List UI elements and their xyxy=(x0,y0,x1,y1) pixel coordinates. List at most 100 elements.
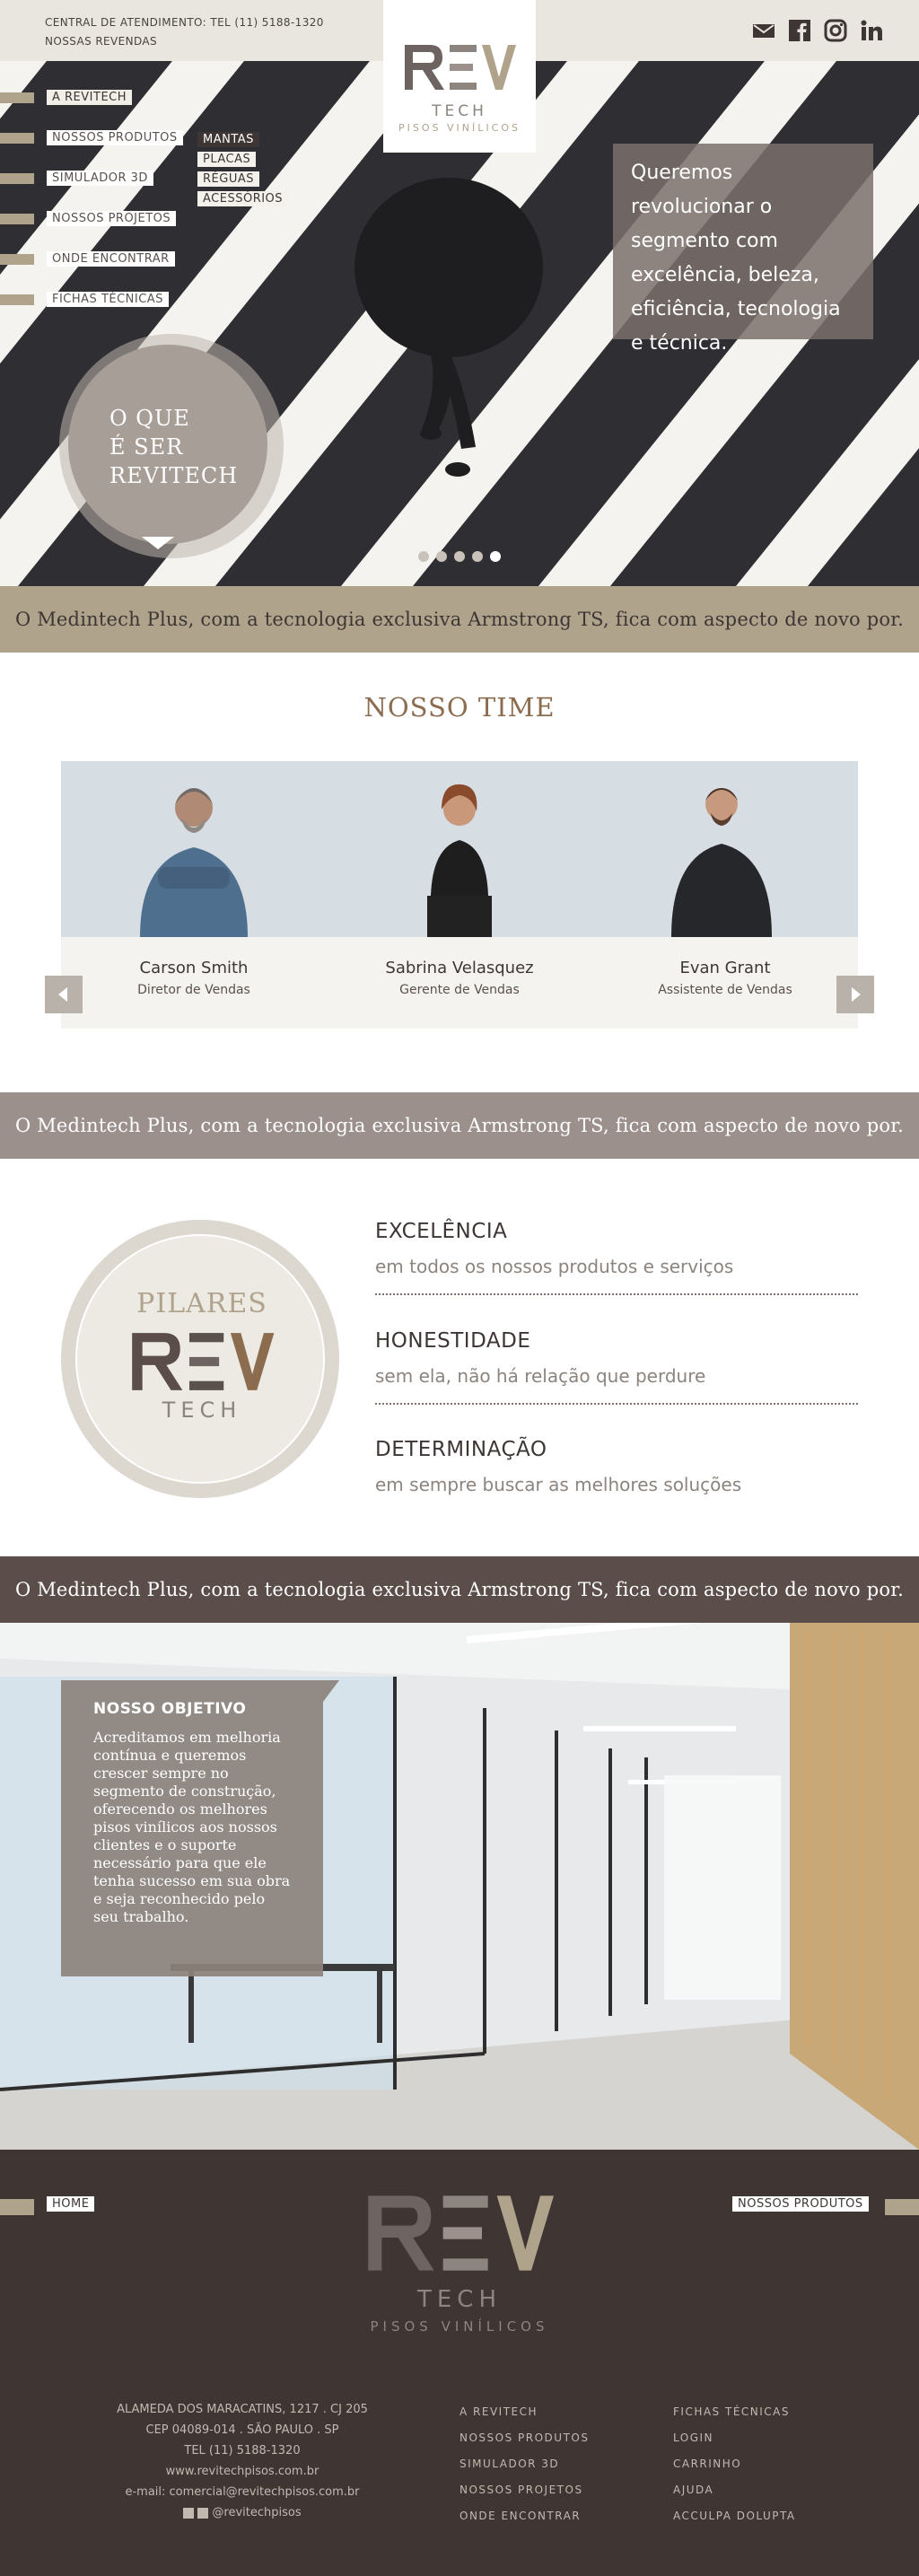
what-is-revitech-label: O QUE É SER REVITECH xyxy=(109,406,239,488)
footer-link[interactable]: SIMULADOR 3D xyxy=(460,2451,589,2477)
footer-link[interactable]: LOGIN xyxy=(673,2425,796,2451)
footer-social: @revitechpisos xyxy=(183,2502,302,2523)
next-button[interactable] xyxy=(836,976,874,1013)
team-photos xyxy=(61,761,858,937)
resellers-link[interactable]: NOSSAS REVENDAS xyxy=(45,32,324,51)
objective-text: Acreditamos em melhoria contínua e quere… xyxy=(93,1729,291,1925)
objective-title: NOSSO OBJETIVO xyxy=(93,1700,247,1718)
hero-message: Queremos revolucionar o segmento com exc… xyxy=(613,144,873,355)
pillar-item: HONESTIDADE sem ela, não há relação que … xyxy=(375,1329,858,1405)
submenu-item-mantas[interactable]: MANTAS xyxy=(197,132,259,147)
pillar-desc: em sempre buscar as melhores soluções xyxy=(375,1474,742,1495)
member-name: Sabrina Velasquez xyxy=(385,959,534,977)
hero-section: CENTRAL DE ATENDIMENTO: TEL (11) 5188-13… xyxy=(0,0,919,586)
chevron-left-icon xyxy=(58,987,67,1002)
instagram-icon[interactable] xyxy=(824,19,847,42)
menu-label[interactable]: NOSSOS PRODUTOS xyxy=(47,130,183,145)
member-role: Assistente de Vendas xyxy=(658,983,792,997)
menu-label[interactable]: A REVITECH xyxy=(47,90,133,105)
member-role: Gerente de Vendas xyxy=(399,983,520,997)
footer-link[interactable]: ONDE ENCONTRAR xyxy=(460,2503,589,2529)
slider-dot[interactable] xyxy=(454,551,465,562)
footer: HOME NOSSOS PRODUTOS TECH PISOS VINÍLICO… xyxy=(0,2150,919,2576)
contact-info: CENTRAL DE ATENDIMENTO: TEL (11) 5188-13… xyxy=(45,13,324,51)
submenu-item-reguas[interactable]: RÉGUAS xyxy=(197,171,259,187)
phone-line: TEL (11) 5188-1320 xyxy=(184,2444,301,2458)
footer-logo[interactable]: TECH PISOS VINÍLICOS xyxy=(0,2189,919,2335)
email-link[interactable]: e-mail: comercial@revitechpisos.com.br xyxy=(54,2482,431,2502)
pillar-title: EXCELÊNCIA xyxy=(375,1220,508,1243)
caret-down-icon xyxy=(142,537,174,549)
submenu-item-placas[interactable]: PLACAS xyxy=(197,152,257,167)
team-member: Evan Grant Assistente de Vendas xyxy=(592,937,858,997)
pillars-title: PILARES xyxy=(136,1288,267,1319)
card-notch xyxy=(323,1680,339,1702)
address-line: ALAMEDA DOS MARACATINS, 1217 . CJ 205 xyxy=(117,2403,368,2416)
menu-label[interactable]: NOSSOS PROJETOS xyxy=(47,211,177,226)
slider-dot[interactable] xyxy=(418,551,429,562)
slider-dots xyxy=(418,551,501,562)
dotted-divider xyxy=(375,1293,858,1295)
team-member: Sabrina Velasquez Gerente de Vendas xyxy=(327,937,592,997)
footer-address: ALAMEDA DOS MARACATINS, 1217 . CJ 205 CE… xyxy=(54,2399,431,2526)
footer-link[interactable]: A REVITECH xyxy=(460,2399,589,2425)
footer-link[interactable]: FICHAS TÉCNICAS xyxy=(673,2399,796,2425)
products-submenu: MANTAS PLACAS RÉGUAS ACESSÓRIOS xyxy=(197,132,289,211)
objective-section: NOSSO OBJETIVO Acreditamos em melhoria c… xyxy=(0,1623,919,2150)
social-handle[interactable]: @revitechpisos xyxy=(212,2502,301,2523)
footer-logo-subtitle: PISOS VINÍLICOS xyxy=(370,2318,549,2335)
facebook-icon[interactable] xyxy=(788,19,811,42)
menu-label[interactable]: FICHAS TÉCNICAS xyxy=(47,292,169,307)
address-line: CEP 04089-014 . SÃO PAULO . SP xyxy=(145,2423,339,2437)
slider-dot[interactable] xyxy=(472,551,483,562)
member-role: Diretor de Vendas xyxy=(137,983,250,997)
footer-link[interactable]: NOSSOS PROJETOS xyxy=(460,2477,589,2503)
pillar-title: HONESTIDADE xyxy=(375,1329,531,1353)
submenu-item-acessorios[interactable]: ACESSÓRIOS xyxy=(197,191,289,206)
mail-icon[interactable] xyxy=(752,19,775,42)
pillars-tech-text: TECH xyxy=(162,1398,242,1423)
promo-banner-gold: O Medintech Plus, com a tecnologia exclu… xyxy=(0,586,919,653)
prev-button[interactable] xyxy=(45,976,83,1013)
linkedin-icon[interactable] xyxy=(860,19,883,42)
promo-banner-taupe: O Medintech Plus, com a tecnologia exclu… xyxy=(0,1092,919,1159)
team-names: Carson Smith Diretor de Vendas Sabrina V… xyxy=(61,937,858,1029)
pillar-title: DETERMINAÇÃO xyxy=(375,1438,547,1461)
footer-logo-tech: TECH xyxy=(416,2286,502,2313)
pillar-item: DETERMINAÇÃO em sempre buscar as melhore… xyxy=(375,1438,858,1495)
pillars-emblem: PILARES TECH xyxy=(61,1220,339,1498)
website-link[interactable]: www.revitechpisos.com.br xyxy=(54,2461,431,2482)
pillars-section: PILARES TECH EXCELÊNCIA em todos os noss… xyxy=(0,1159,919,1556)
member-name: Evan Grant xyxy=(679,959,771,977)
chevron-right-icon xyxy=(852,987,861,1002)
menu-label[interactable]: SIMULADOR 3D xyxy=(47,171,153,186)
promo-banner-dark: O Medintech Plus, com a tecnologia exclu… xyxy=(0,1556,919,1623)
social-links xyxy=(752,19,883,42)
footer-links-col2: FICHAS TÉCNICAS LOGIN CARRINHO AJUDA ACC… xyxy=(673,2399,796,2529)
team-member: Carson Smith Diretor de Vendas xyxy=(61,937,327,997)
footer-link[interactable]: ACCULPA DOLUPTA xyxy=(673,2503,796,2529)
rev-logo-mark xyxy=(405,45,516,90)
pillar-desc: sem ela, não há relação que perdure xyxy=(375,1365,706,1387)
what-is-revitech-button[interactable]: O QUE É SER REVITECH xyxy=(59,334,284,558)
team-title: NOSSO TIME xyxy=(363,692,556,723)
slider-dot[interactable] xyxy=(436,551,447,562)
facebook-icon[interactable] xyxy=(183,2507,195,2519)
pillar-item: EXCELÊNCIA em todos os nossos produtos e… xyxy=(375,1220,858,1295)
footer-links-col1: A REVITECH NOSSOS PRODUTOS SIMULADOR 3D … xyxy=(460,2399,589,2529)
dotted-divider xyxy=(375,1403,858,1405)
footer-link[interactable]: AJUDA xyxy=(673,2477,796,2503)
footer-link[interactable]: CARRINHO xyxy=(673,2451,796,2477)
logo-subtitle: PISOS VINÍLICOS xyxy=(398,122,521,134)
member-name: Carson Smith xyxy=(139,959,249,977)
rev-logo-mark xyxy=(368,2195,554,2271)
footer-link[interactable]: NOSSOS PRODUTOS xyxy=(460,2425,589,2451)
rev-logo-mark xyxy=(132,1333,275,1390)
logo-tech-text: TECH xyxy=(432,102,487,120)
header-logo[interactable]: TECH PISOS VINÍLICOS xyxy=(383,0,536,153)
instagram-icon[interactable] xyxy=(197,2507,209,2519)
slider-dot-active[interactable] xyxy=(490,551,501,562)
pillar-desc: em todos os nossos produtos e serviços xyxy=(375,1256,734,1277)
phone-line: CENTRAL DE ATENDIMENTO: TEL (11) 5188-13… xyxy=(45,16,324,29)
menu-label[interactable]: ONDE ENCONTRAR xyxy=(47,251,175,267)
